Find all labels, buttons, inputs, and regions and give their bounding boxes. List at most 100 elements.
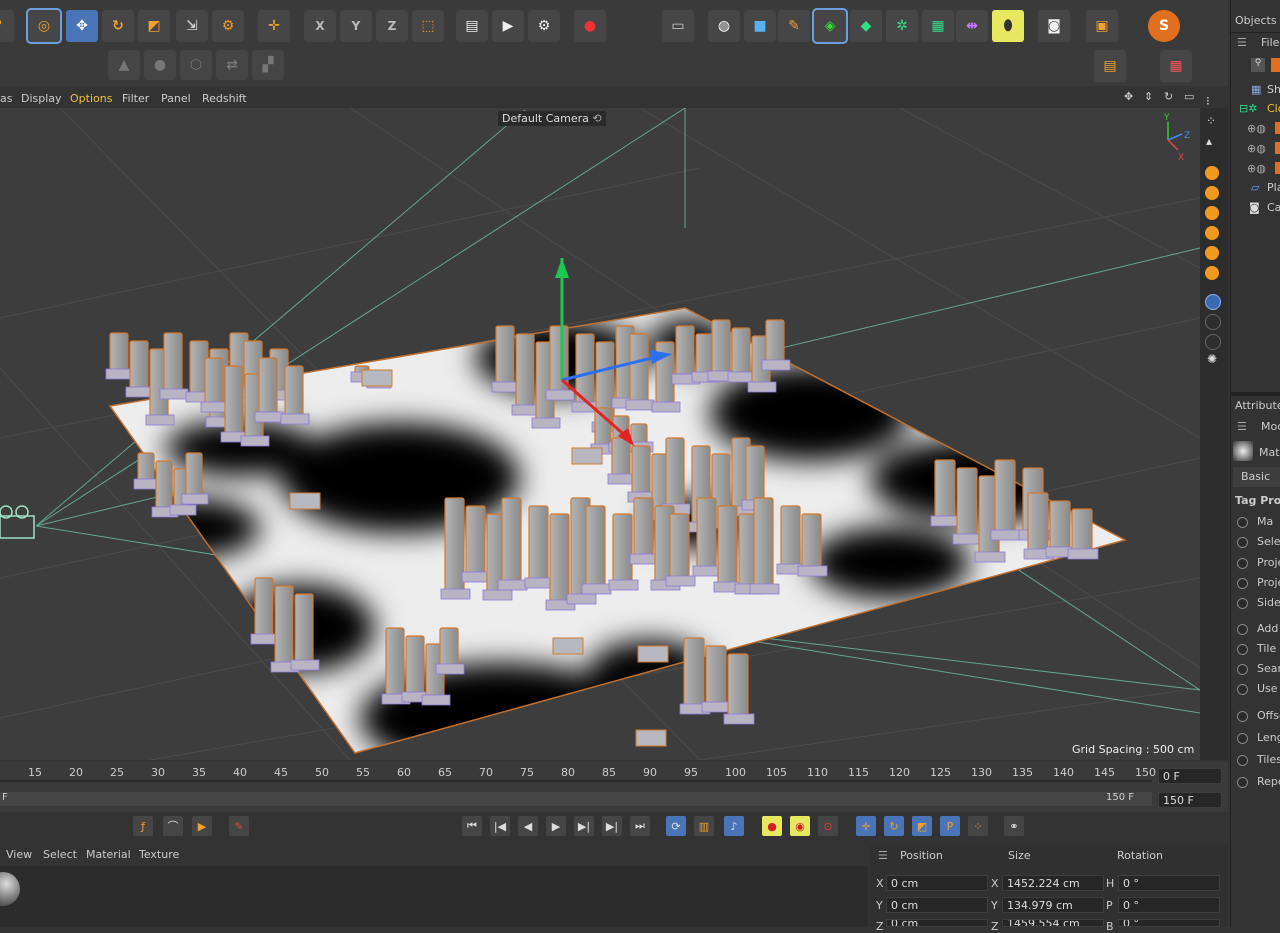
menu-item-panel[interactable]: Panel	[161, 92, 191, 105]
texture-mode-icon[interactable]: ●	[144, 50, 176, 80]
key-position-button[interactable]: ✛	[856, 816, 876, 836]
redshift-render-icon[interactable]: ●	[574, 10, 606, 42]
pen-spline-icon[interactable]: ✎	[778, 10, 810, 42]
child-2-icon[interactable]: ⊕◍	[1247, 142, 1266, 155]
mograph-matrix-icon[interactable]: ▦	[922, 10, 954, 42]
size-z-field[interactable]: 1459.554 cm	[1002, 919, 1104, 927]
subdivision-surface-icon[interactable]: ◈	[812, 8, 848, 44]
menu-item-cameras[interactable]: as	[0, 92, 12, 105]
objects-tab[interactable]: Objects	[1235, 14, 1277, 27]
menu-item-material[interactable]: Material	[86, 848, 131, 861]
position-z-field[interactable]: 0 cm	[886, 919, 988, 927]
mograph-cloner-icon[interactable]: ✲	[886, 10, 918, 42]
coords-menu-icon[interactable]: ☰	[878, 849, 888, 862]
z-axis-lock-icon[interactable]: Z	[376, 10, 408, 42]
object-row-cloner[interactable]: Clo	[1267, 102, 1280, 115]
next-frame-button[interactable]: ▶|	[574, 816, 594, 836]
property-radio[interactable]	[1237, 578, 1248, 589]
property-radio[interactable]	[1237, 755, 1248, 766]
render-picture-viewer-icon[interactable]: ▶	[492, 10, 524, 42]
key-point-level-button[interactable]: ⁘	[968, 816, 988, 836]
scale-tool-icon[interactable]: ◩	[138, 10, 170, 42]
attributes-menu-icon[interactable]: ☰	[1237, 420, 1247, 433]
viewport-zoom-icon[interactable]: ⇕	[1144, 90, 1153, 103]
rotation-p-field[interactable]: 0 °	[1118, 897, 1220, 913]
open-project-icon[interactable]: ▣	[1086, 10, 1118, 42]
edges-mode-icon[interactable]: ⇄	[216, 50, 248, 80]
property-radio[interactable]	[1237, 558, 1248, 569]
previous-key-button[interactable]: |◀	[490, 816, 510, 836]
material-list[interactable]	[0, 866, 868, 927]
side-light-icon[interactable]: ✺	[1207, 352, 1217, 366]
fcurve-icon[interactable]: ƒ	[133, 816, 153, 836]
deformer-icon[interactable]: ⇹	[956, 10, 988, 42]
menu-item-redshift[interactable]: Redshift	[202, 92, 247, 105]
object-filter-icon[interactable]: ⚲	[1251, 58, 1265, 72]
render-settings-icon[interactable]: ⚙	[528, 10, 560, 42]
timeline[interactable]: 15 20 25 30 35 40 45 50 55 60 65 70 75 80 85 90 95 100 105…	[0, 762, 1228, 812]
rotation-b-field[interactable]: 0 °	[1118, 919, 1220, 927]
key-parameter-button[interactable]: P	[940, 816, 960, 836]
property-radio[interactable]	[1237, 733, 1248, 744]
side-globe-icon[interactable]	[1205, 294, 1221, 310]
live-selection-icon[interactable]: ◎	[26, 8, 62, 44]
side-workplane-icon[interactable]	[1205, 334, 1221, 350]
sound-button[interactable]: ♪	[724, 816, 744, 836]
property-radio[interactable]	[1237, 624, 1248, 635]
play-button[interactable]: ▶	[546, 816, 566, 836]
transform-tool-icon[interactable]: ⇲	[176, 10, 208, 42]
move-tool-icon[interactable]: ✥	[66, 10, 98, 42]
objects-file-menu[interactable]: File	[1261, 36, 1279, 49]
timeline-range-bar[interactable]	[0, 792, 1152, 806]
property-radio[interactable]	[1237, 664, 1248, 675]
child-1-icon[interactable]: ⊕◍	[1247, 122, 1266, 135]
3d-viewport[interactable]: Y Z X Default Camera ⟲ Grid Spacing : 500 …	[0, 108, 1200, 760]
property-radio[interactable]	[1237, 598, 1248, 609]
object-row-plane[interactable]: Pla	[1267, 181, 1280, 194]
motion-system-icon[interactable]: ▶	[192, 816, 212, 836]
scheme-settings-button[interactable]: ⚭	[1004, 816, 1024, 836]
objects-menu-icon[interactable]: ☰	[1237, 36, 1247, 49]
go-to-end-button[interactable]: ⏭	[630, 816, 650, 836]
previous-frame-button[interactable]: ◀	[518, 816, 538, 836]
menu-item-options[interactable]: Options	[70, 92, 112, 105]
key-rotation-button[interactable]: ↻	[884, 816, 904, 836]
property-radio[interactable]	[1237, 644, 1248, 655]
end-frame-field[interactable]: 150 F	[1158, 792, 1222, 808]
property-radio[interactable]	[1237, 517, 1248, 528]
child-3-icon[interactable]: ⊕◍	[1247, 162, 1266, 175]
current-frame-field[interactable]: 0 F	[1158, 768, 1222, 784]
material-swatch[interactable]	[0, 872, 20, 906]
y-axis-lock-icon[interactable]: Y	[340, 10, 372, 42]
recent-tool-icon[interactable]: ⚙	[212, 10, 244, 42]
undo-icon[interactable]: ?	[0, 10, 14, 42]
object-tag-icon[interactable]	[1271, 58, 1280, 72]
rotation-h-field[interactable]: 0 °	[1118, 875, 1220, 891]
menu-item-display[interactable]: Display	[21, 92, 62, 105]
camera-label[interactable]: Default Camera ⟲	[498, 111, 606, 126]
side-snap-icon[interactable]	[1205, 314, 1221, 330]
viewport-maximize-icon[interactable]: ▭	[1184, 90, 1194, 103]
record-keyframe-button[interactable]: ●	[762, 816, 782, 836]
go-to-start-button[interactable]: ⏮	[462, 816, 482, 836]
autokey-button[interactable]: ◉	[790, 816, 810, 836]
side-points-icon[interactable]: ⁝	[1206, 94, 1222, 110]
cube-primitive-icon[interactable]: ■	[744, 10, 776, 42]
menu-item-filter[interactable]: Filter	[122, 92, 149, 105]
camera-object-icon[interactable]: ◙	[1038, 10, 1070, 42]
keyframe-selection-button[interactable]: ⊙	[818, 816, 838, 836]
object-row-shader[interactable]: Sha	[1267, 83, 1280, 96]
object-row-camera[interactable]: Ca	[1267, 201, 1280, 214]
save-icon[interactable]: ▤	[1094, 50, 1126, 82]
loop-button[interactable]: ⟳	[666, 816, 686, 836]
menu-item-view[interactable]: View	[6, 848, 32, 861]
render-view-icon[interactable]: ▤	[456, 10, 488, 42]
substance-icon[interactable]: S	[1148, 10, 1180, 42]
model-mode-icon[interactable]: ▲	[108, 50, 140, 80]
property-radio[interactable]	[1237, 777, 1248, 788]
extrude-generator-icon[interactable]: ◆	[850, 10, 882, 42]
side-edges-icon[interactable]: ⁘	[1206, 114, 1222, 130]
preview-range-button[interactable]: ▥	[694, 816, 714, 836]
rotate-tool-icon[interactable]: ↻	[102, 10, 134, 42]
property-radio[interactable]	[1237, 711, 1248, 722]
